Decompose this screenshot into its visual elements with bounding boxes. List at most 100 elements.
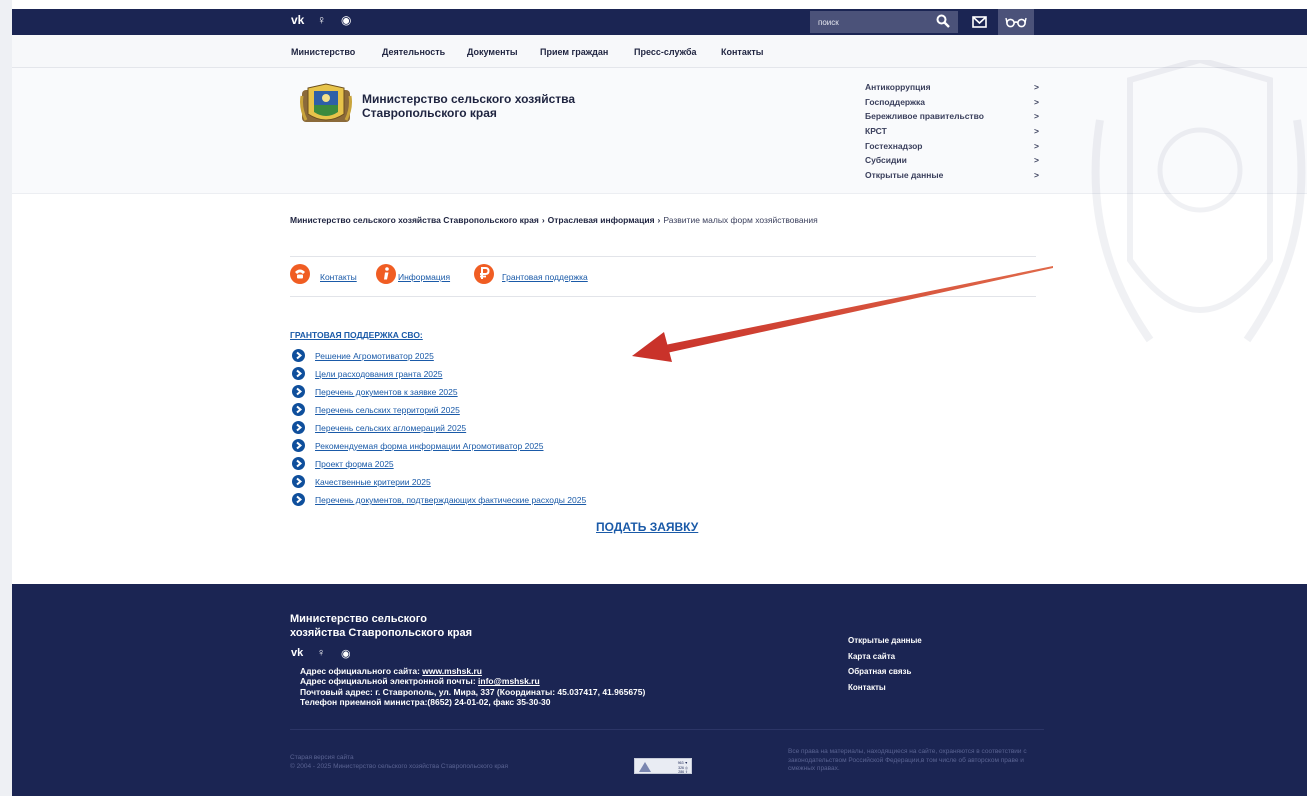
quick-link-label: КРСТ bbox=[865, 126, 887, 137]
breadcrumb-current: Развитие малых форм хозяйствования bbox=[663, 215, 818, 225]
footer-links: Открытые данные Карта сайта Обратная свя… bbox=[848, 636, 922, 698]
header-quick-links: Антикоррупция > Господдержка > Бережливое … bbox=[865, 82, 1045, 185]
footer-link-sitemap[interactable]: Карта сайта bbox=[848, 652, 922, 668]
footer-email-label: Адрес официальной электронной почты: bbox=[300, 676, 479, 687]
visitor-counter[interactable]: 963 ▼ 326 ◎ 286 ⇧ bbox=[634, 758, 692, 774]
grant-support-svo-heading[interactable]: ГРАНТОВАЯ ПОДДЕРЖКА СВО: bbox=[290, 330, 423, 340]
footer-email-link[interactable]: info@mshsk.ru bbox=[478, 676, 540, 686]
document-link[interactable]: Качественные критерии 2025 bbox=[290, 474, 710, 488]
mail-icon bbox=[972, 16, 987, 28]
submit-application-link[interactable]: ПОДАТЬ ЗАЯВКУ bbox=[596, 520, 698, 534]
info-icon bbox=[376, 264, 396, 284]
nav-activity[interactable]: Деятельность bbox=[382, 47, 445, 57]
chevron-right-icon: > bbox=[1034, 111, 1039, 122]
quick-link-krst[interactable]: КРСТ > bbox=[865, 126, 1045, 141]
breadcrumb-item-ministry[interactable]: Министерство сельского хозяйства Ставроп… bbox=[290, 215, 539, 225]
document-link-label: Перечень сельских агломераций 2025 bbox=[315, 423, 467, 433]
mail-button[interactable] bbox=[970, 13, 990, 31]
document-link[interactable]: Перечень сельских агломераций 2025 bbox=[290, 420, 710, 434]
tab-label: Грантовая поддержка bbox=[502, 272, 588, 282]
document-link[interactable]: Рекомендуемая форма информации Агромотив… bbox=[290, 438, 710, 452]
footer-link-feedback[interactable]: Обратная связь bbox=[848, 667, 922, 683]
page-left-edge bbox=[0, 0, 12, 796]
breadcrumb-separator-icon: › bbox=[657, 215, 661, 225]
quick-link-label: Господдержка bbox=[865, 96, 926, 107]
chevron-circle-icon bbox=[292, 385, 305, 398]
organization-title-line2: Ставропольского края bbox=[362, 106, 497, 120]
footer-link-open-data[interactable]: Открытые данные bbox=[848, 636, 922, 652]
document-link[interactable]: Перечень документов, подтверждающих факт… bbox=[290, 492, 710, 506]
coat-of-arms-icon[interactable] bbox=[300, 82, 352, 126]
footer-telegram-icon[interactable]: ◉ bbox=[341, 647, 351, 660]
quick-link-label: Бережливое правительство bbox=[865, 111, 984, 122]
search-icon bbox=[936, 14, 950, 28]
footer-contact-info: Адрес официального сайта: www.mshsk.ru А… bbox=[300, 666, 645, 708]
organization-title[interactable]: Министерство сельского хозяйства Ставроп… bbox=[362, 92, 575, 120]
nav-citizen-reception[interactable]: Прием граждан bbox=[540, 47, 608, 57]
quick-link-label: Гостехнадзор bbox=[865, 140, 923, 151]
vk-icon[interactable]: vk bbox=[291, 13, 304, 27]
counter-views: 963 ▼ bbox=[677, 761, 688, 765]
chevron-circle-icon bbox=[292, 475, 305, 488]
footer-rights-notice: Все права на материалы, находящиеся на с… bbox=[788, 748, 1027, 773]
quick-link-state-support[interactable]: Господдержка > bbox=[865, 97, 1045, 112]
footer-title-line1: Министерство сельского bbox=[290, 613, 427, 625]
annotation-arrow-icon bbox=[632, 266, 1053, 362]
quick-link-label: Субсидии bbox=[865, 155, 907, 166]
quick-link-label: Антикоррупция bbox=[865, 82, 931, 92]
organization-title-line1: Министерство сельского хозяйства bbox=[362, 92, 576, 106]
search-button[interactable] bbox=[934, 13, 952, 31]
tab-label: Информация bbox=[398, 272, 451, 282]
footer-email-line: Адрес официальной электронной почты: inf… bbox=[300, 676, 645, 686]
footer-site-link[interactable]: www.mshsk.ru bbox=[422, 666, 482, 676]
breadcrumb: Министерство сельского хозяйства Ставроп… bbox=[290, 215, 818, 225]
top-bar: vk ♀ ◉ bbox=[12, 9, 1307, 35]
breadcrumb-item-industry-info[interactable]: Отраслевая информация bbox=[548, 215, 655, 225]
quick-link-gostekhnadzor[interactable]: Гостехнадзор > bbox=[865, 141, 1045, 156]
document-link[interactable]: Перечень документов к заявке 2025 bbox=[290, 384, 710, 398]
accessibility-button[interactable] bbox=[998, 9, 1034, 35]
document-link-label: Цели расходования гранта 2025 bbox=[315, 369, 443, 379]
document-link-label: Перечень документов к заявке 2025 bbox=[315, 387, 458, 397]
document-link[interactable]: Проект форма 2025 bbox=[290, 456, 710, 470]
chevron-circle-icon bbox=[292, 457, 305, 470]
counter-visits: 326 ◎ bbox=[678, 765, 688, 770]
telegram-icon[interactable]: ◉ bbox=[341, 13, 351, 27]
footer-title-line2: хозяйства Ставропольского края bbox=[290, 627, 473, 639]
nav-press-service[interactable]: Пресс-служба bbox=[634, 47, 697, 57]
document-link-label: Проект форма 2025 bbox=[315, 459, 394, 469]
chevron-circle-icon bbox=[292, 403, 305, 416]
site-footer: Министерство сельского хозяйства Ставроп… bbox=[12, 584, 1307, 796]
quick-link-subsidies[interactable]: Субсидии > bbox=[865, 155, 1045, 170]
footer-divider bbox=[290, 729, 1044, 730]
chevron-circle-icon bbox=[292, 349, 305, 362]
odnoklassniki-icon[interactable]: ♀ bbox=[317, 13, 326, 27]
chevron-right-icon: > bbox=[1034, 155, 1039, 166]
search-input[interactable] bbox=[818, 15, 918, 29]
phone-icon bbox=[290, 264, 310, 284]
footer-site-line: Адрес официального сайта: www.mshsk.ru bbox=[300, 666, 645, 676]
chevron-right-icon: > bbox=[1034, 170, 1039, 181]
chevron-circle-icon bbox=[292, 367, 305, 380]
quick-link-anticorruption[interactable]: Антикоррупция > bbox=[865, 82, 1045, 97]
footer-organization-title: Министерство сельского хозяйства Ставроп… bbox=[290, 612, 472, 640]
quick-link-open-data[interactable]: Открытые данные > bbox=[865, 170, 1045, 185]
footer-vk-icon[interactable]: vk bbox=[291, 647, 303, 659]
nav-ministry[interactable]: Министерство bbox=[291, 47, 355, 57]
chevron-circle-icon bbox=[292, 493, 305, 506]
document-link-label: Рекомендуемая форма информации Агромотив… bbox=[315, 441, 544, 451]
footer-odnoklassniki-icon[interactable]: ♀ bbox=[317, 647, 325, 659]
footer-postal-address: Почтовый адрес: г. Ставрополь, ул. Мира,… bbox=[300, 686, 646, 697]
footer-phone: Телефон приемной министра:(8652) 24-01-0… bbox=[300, 697, 551, 708]
old-version-link[interactable]: Старая версия сайта bbox=[290, 754, 550, 763]
quick-link-lean-government[interactable]: Бережливое правительство > bbox=[865, 111, 1045, 126]
document-link[interactable]: Перечень сельских территорий 2025 bbox=[290, 402, 710, 416]
chevron-right-icon: > bbox=[1034, 82, 1039, 92]
footer-link-contacts[interactable]: Контакты bbox=[848, 683, 922, 699]
footer-site-label: Адрес официального сайта: bbox=[300, 666, 423, 676]
copyright-text: © 2004 - 2025 Министерство сельского хоз… bbox=[290, 762, 509, 770]
nav-documents[interactable]: Документы bbox=[467, 47, 518, 57]
chevron-right-icon: > bbox=[1034, 126, 1039, 137]
nav-contacts[interactable]: Контакты bbox=[721, 47, 763, 57]
tab-label: Контакты bbox=[320, 272, 357, 282]
